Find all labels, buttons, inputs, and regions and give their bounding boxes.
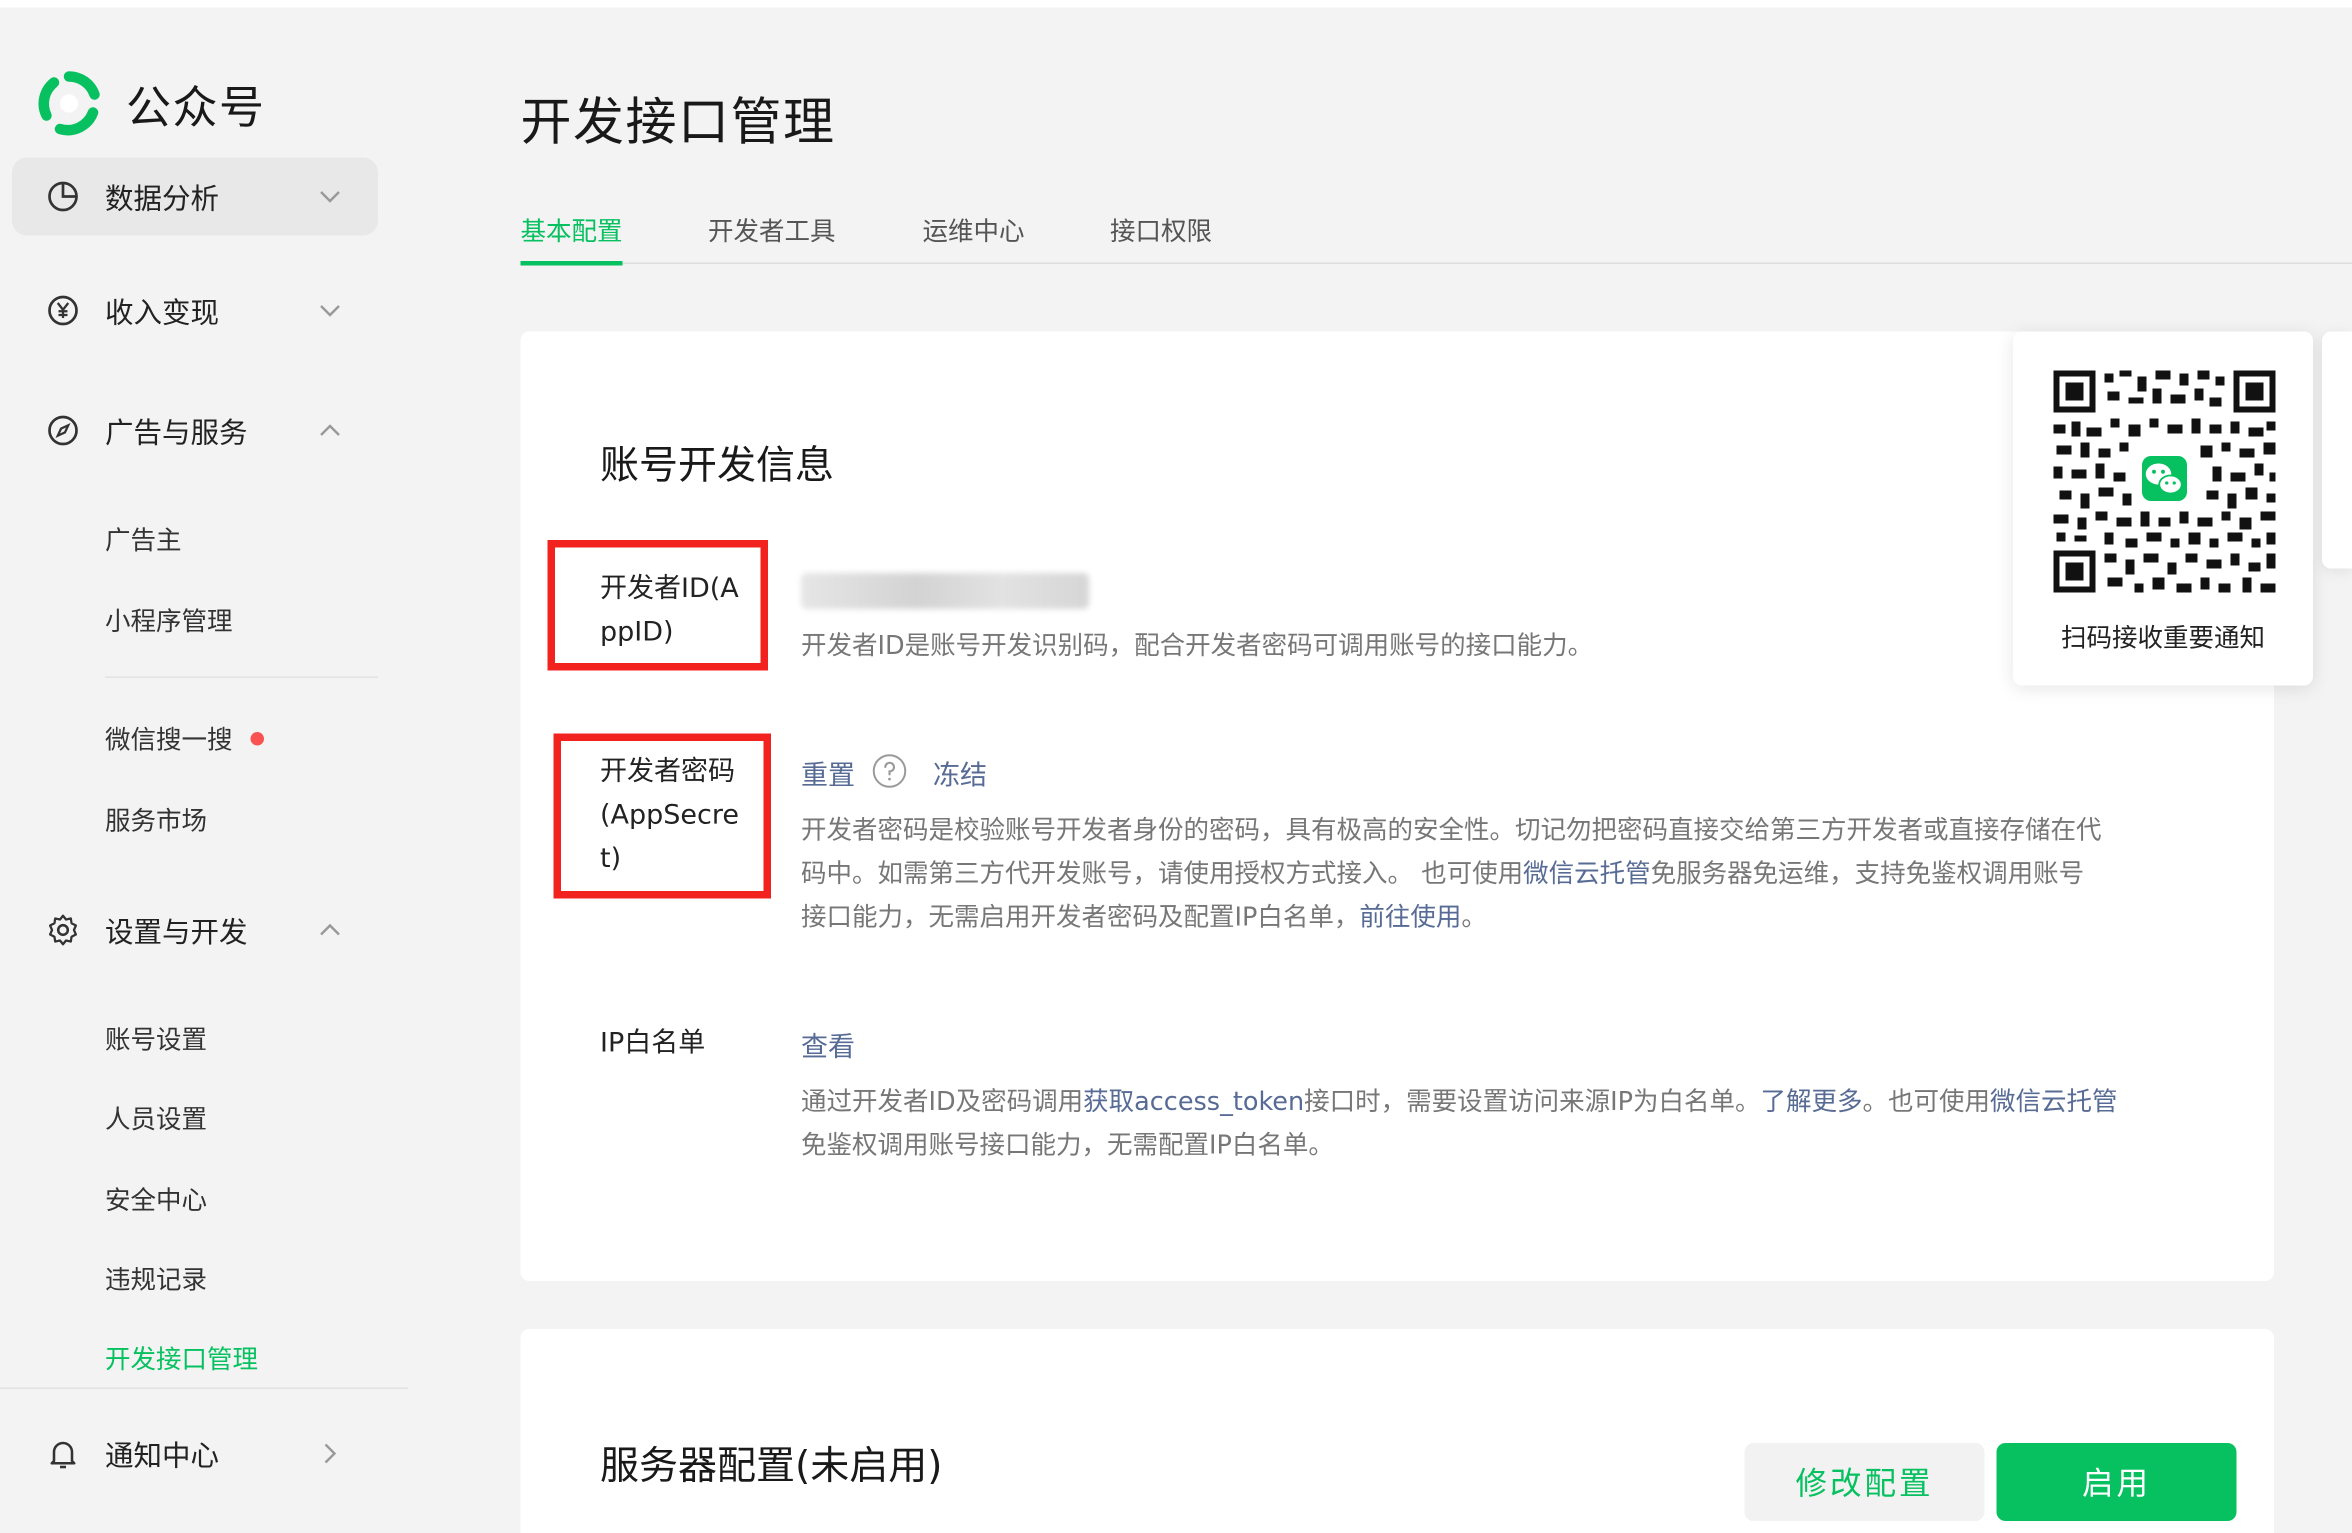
modify-config-button[interactable]: 修改配置 — [1745, 1443, 1985, 1521]
desc-line: 开发者密码是校验账号开发者身份的密码，具有极高的安全性。切记勿把密码直接交给第三… — [801, 810, 2241, 854]
cloud-hosting-link[interactable]: 微信云托管 — [1523, 860, 1651, 890]
nav-group-label: 收入变现 — [105, 290, 219, 331]
desc-text: 。 — [1461, 903, 1487, 933]
appid-label: 开发者ID(A ppID) — [600, 567, 739, 654]
sidebar-item-service-market[interactable]: 服务市场 — [105, 800, 207, 838]
nav-group-label: 广告与服务 — [105, 410, 248, 451]
enable-button[interactable]: 启用 — [1997, 1443, 2237, 1521]
view-ip-whitelist-link[interactable]: 查看 — [801, 1026, 855, 1065]
chevron-up-icon — [314, 414, 347, 447]
nav-divider — [105, 677, 378, 679]
sidebar-item-advertiser[interactable]: 广告主 — [105, 519, 182, 557]
go-use-link[interactable]: 前往使用 — [1359, 903, 1461, 933]
appid-description: 开发者ID是账号开发识别码，配合开发者密码可调用账号的接口能力。 — [801, 626, 1593, 670]
appsecret-label-line: (AppSecre — [600, 794, 739, 838]
bell-icon — [45, 1436, 81, 1472]
sidebar-item-miniprogram[interactable]: 小程序管理 — [105, 600, 233, 638]
ip-whitelist-description: 通过开发者ID及密码调用获取access_token接口时，需要设置访问来源IP… — [801, 1082, 2256, 1169]
appsecret-description: 开发者密码是校验账号开发者身份的密码，具有极高的安全性。切记勿把密码直接交给第三… — [801, 810, 2241, 941]
notice-dot — [251, 731, 265, 745]
sidebar: 公众号 数据分析 收入变现 — [0, 8, 408, 1533]
desc-line: 通过开发者ID及密码调用获取access_token接口时，需要设置访问来源IP… — [801, 1082, 2256, 1126]
chevron-down-icon — [314, 294, 347, 327]
tab-api-permissions[interactable]: 接口权限 — [1110, 210, 1212, 264]
yen-circle-icon — [45, 293, 81, 329]
desc-text: 通过开发者ID及密码调用 — [801, 1088, 1083, 1118]
appsecret-label-line: 开发者密码 — [600, 750, 739, 794]
chevron-up-icon — [314, 914, 347, 947]
nav-group-data-analysis[interactable]: 数据分析 — [12, 158, 378, 236]
appsecret-label: 开发者密码 (AppSecre t) — [600, 750, 739, 881]
desc-text: 。也可使用 — [1863, 1088, 1991, 1118]
tab-ops-center[interactable]: 运维中心 — [923, 210, 1025, 264]
desc-line: 码中。如需第三方代开发账号，请使用授权方式接入。 也可使用微信云托管免服务器免运… — [801, 854, 2241, 898]
help-icon[interactable] — [872, 753, 908, 789]
top-strip — [0, 0, 2352, 8]
tab-basic-config[interactable]: 基本配置 — [521, 210, 623, 264]
nav-group-revenue[interactable]: 收入变现 — [12, 272, 378, 350]
nav-group-label: 通知中心 — [105, 1433, 219, 1474]
section-title-account-dev: 账号开发信息 — [600, 435, 834, 491]
sidebar-item-wechat-search[interactable]: 微信搜一搜 — [105, 719, 264, 757]
appsecret-label-line: t) — [600, 837, 739, 881]
compass-icon — [45, 413, 81, 449]
reset-secret-link[interactable]: 重置 — [801, 755, 855, 794]
appid-value-redacted — [801, 573, 1089, 609]
sidebar-item-security-center[interactable]: 安全中心 — [105, 1179, 207, 1217]
qr-notice-card[interactable]: 扫码接收重要通知 — [2013, 332, 2313, 686]
wechat-mp-logo-icon — [36, 71, 102, 137]
appid-label-line: ppID) — [600, 611, 739, 655]
sidebar-item-dev-api[interactable]: 开发接口管理 — [105, 1338, 258, 1376]
nav-group-notifications[interactable]: 通知中心 — [12, 1415, 378, 1493]
desc-text: 码中。如需第三方代开发账号，请使用授权方式接入。 也可使用 — [801, 860, 1523, 890]
ip-whitelist-label: IP白名单 — [600, 1022, 705, 1066]
chart-pie-icon — [45, 179, 81, 215]
nav-divider — [0, 1388, 408, 1390]
freeze-secret-link[interactable]: 冻结 — [933, 755, 987, 794]
qr-label: 扫码接收重要通知 — [2013, 617, 2313, 655]
section-title-server-config: 服务器配置(未启用) — [600, 1436, 942, 1492]
get-access-token-link[interactable]: 获取access_token — [1083, 1088, 1304, 1118]
nav-group-label: 数据分析 — [105, 176, 219, 217]
sidebar-item-violation-records[interactable]: 违规记录 — [105, 1259, 207, 1297]
gear-icon — [45, 912, 81, 948]
desc-line: 免鉴权调用账号接口能力，无需配置IP白名单。 — [801, 1125, 2256, 1169]
nav-group-settings-dev[interactable]: 设置与开发 — [12, 891, 378, 969]
appid-label-line: 开发者ID(A — [600, 567, 739, 611]
sidebar-item-account-settings[interactable]: 账号设置 — [105, 1019, 207, 1057]
desc-line: 接口能力，无需启用开发者密码及配置IP白名单，前往使用。 — [801, 897, 2241, 941]
cloud-hosting-link[interactable]: 微信云托管 — [1990, 1088, 2118, 1118]
chevron-right-icon — [314, 1437, 347, 1470]
desc-text: 接口时，需要设置访问来源IP为白名单。 — [1304, 1088, 1760, 1118]
desc-text: 接口能力，无需启用开发者密码及配置IP白名单， — [801, 903, 1359, 933]
tab-dev-tools[interactable]: 开发者工具 — [708, 210, 836, 264]
tab-bar: 基本配置 开发者工具 运维中心 接口权限 — [521, 210, 2352, 264]
app-name: 公众号 — [126, 71, 266, 137]
page-title: 开发接口管理 — [521, 81, 836, 155]
logo[interactable]: 公众号 — [36, 71, 266, 137]
nav-group-label: 设置与开发 — [105, 910, 248, 951]
side-edge-card — [2322, 332, 2352, 569]
learn-more-link[interactable]: 了解更多 — [1761, 1088, 1863, 1118]
nav-group-ads-services[interactable]: 广告与服务 — [12, 392, 378, 470]
desc-text: 免服务器免运维，支持免鉴权调用账号 — [1651, 860, 2085, 890]
sidebar-item-label: 微信搜一搜 — [105, 726, 233, 756]
sidebar-item-member-settings[interactable]: 人员设置 — [105, 1098, 207, 1136]
chevron-down-icon — [314, 180, 347, 213]
qr-code-icon — [2051, 368, 2279, 596]
